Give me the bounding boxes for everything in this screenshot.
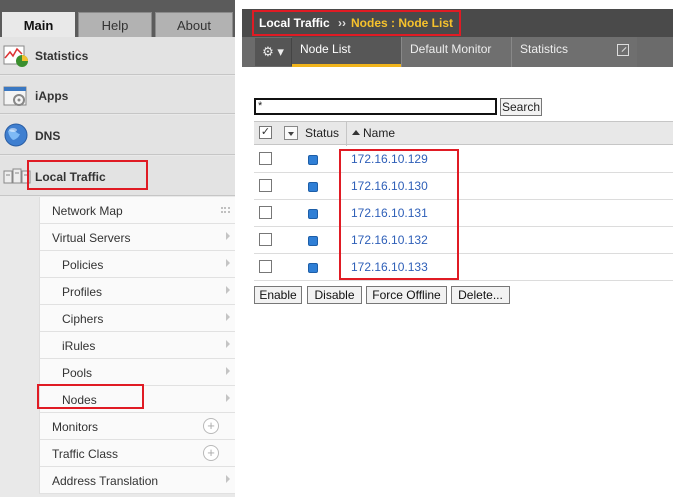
table-row: 172.16.10.131 [254,200,673,227]
column-header-name[interactable]: Name [363,126,395,140]
status-available-icon [308,236,318,246]
sidebar-item-label: Monitors [52,420,99,434]
status-available-icon [308,155,318,165]
highlight-box-nodes [37,384,144,409]
add-monitor-plus-icon[interactable]: + [203,418,219,434]
sidebar-item-label: Profiles [62,285,103,299]
sidebar-item-monitors[interactable]: Monitors + [39,413,235,440]
table-row: 172.16.10.132 [254,227,673,254]
status-available-icon [308,209,318,219]
chevron-right-icon [226,367,230,375]
statistics-chart-icon [3,45,28,67]
row-checkbox[interactable] [259,260,272,273]
sidebar-item-address-translation[interactable]: Address Translation [39,467,235,494]
tab-node-list[interactable]: Node List [292,37,401,67]
select-options-dropdown[interactable] [284,126,298,140]
table-row: 172.16.10.129 [254,146,673,173]
sidebar-item-policies[interactable]: Policies [39,251,235,278]
force-offline-button[interactable]: Force Offline [366,286,447,304]
sidebar-item-label: Ciphers [62,312,104,326]
sidebar-item-profiles[interactable]: Profiles [39,278,235,305]
search-button[interactable]: Search [500,98,542,116]
highlight-box-breadcrumb [252,10,461,36]
row-checkbox[interactable] [259,179,272,192]
iapps-gear-icon [3,86,27,106]
module-dns[interactable]: DNS [0,115,235,155]
tab-label: Default Monitor [410,42,492,56]
enable-button[interactable]: Enable [254,286,302,304]
sub-tab-bar: ⚙ ▾ Node List Default Monitor Statistics [242,37,673,67]
status-available-icon [308,182,318,192]
sidebar-tabs: Main Help About [0,0,235,37]
module-label: iApps [35,89,69,103]
sidebar-item-label: Virtual Servers [52,231,131,245]
chevron-right-icon [226,394,230,402]
chevron-right-icon [226,313,230,321]
highlight-box-local-traffic [27,160,148,190]
sidebar-item-label: Pools [62,366,93,380]
sidebar-item-ciphers[interactable]: Ciphers [39,305,235,332]
status-available-icon [308,263,318,273]
grid-icon [221,207,230,213]
gear-icon[interactable]: ⚙ ▾ [255,38,292,66]
sidebar: Main Help About Statistics iApps DNS Loc… [0,0,235,497]
row-checkbox[interactable] [259,233,272,246]
sidebar-item-traffic-class[interactable]: Traffic Class + [39,440,235,467]
sidebar-item-label: Address Translation [52,474,159,488]
delete-button[interactable]: Delete... [451,286,510,304]
highlight-box-node-names [339,149,459,280]
sidebar-item-network-map[interactable]: Network Map [39,197,235,224]
tab-help[interactable]: Help [78,12,152,37]
main-panel: Local Traffic ›› Nodes : Node List ⚙ ▾ N… [242,0,673,497]
table-row: 172.16.10.133 [254,254,673,281]
table-row: 172.16.10.130 [254,173,673,200]
select-all-checkbox[interactable]: ✓ [259,126,272,139]
popout-icon[interactable] [617,44,629,56]
sidebar-item-label: Traffic Class [52,447,119,461]
chevron-right-icon [226,340,230,348]
sidebar-item-irules[interactable]: iRules [39,332,235,359]
module-label: Statistics [35,49,89,63]
dns-globe-icon [4,123,28,147]
chevron-right-icon [226,475,230,483]
tab-statistics[interactable]: Statistics [511,37,637,67]
table-header: ✓ Status Name [254,121,673,146]
tab-default-monitor[interactable]: Default Monitor [401,37,511,67]
search-input[interactable]: * [254,98,497,115]
tab-label: Statistics [520,42,569,56]
sidebar-item-label: iRules [62,339,96,353]
tab-about[interactable]: About [155,12,233,37]
column-divider [346,122,347,146]
module-label: DNS [35,129,61,143]
add-traffic-class-plus-icon[interactable]: + [203,445,219,461]
chevron-right-icon [226,232,230,240]
column-header-status[interactable]: Status [305,126,339,140]
sidebar-item-virtual-servers[interactable]: Virtual Servers [39,224,235,251]
sidebar-item-pools[interactable]: Pools [39,359,235,386]
sort-ascending-icon[interactable] [352,130,360,135]
module-statistics[interactable]: Statistics [0,37,235,75]
tab-label: Node List [300,42,351,56]
disable-button[interactable]: Disable [307,286,362,304]
sidebar-item-label: Policies [62,258,104,272]
chevron-right-icon [226,259,230,267]
row-checkbox[interactable] [259,152,272,165]
tab-main[interactable]: Main [2,12,75,37]
row-checkbox[interactable] [259,206,272,219]
module-iapps[interactable]: iApps [0,76,235,114]
chevron-right-icon [226,286,230,294]
sidebar-item-label: Network Map [52,204,123,218]
